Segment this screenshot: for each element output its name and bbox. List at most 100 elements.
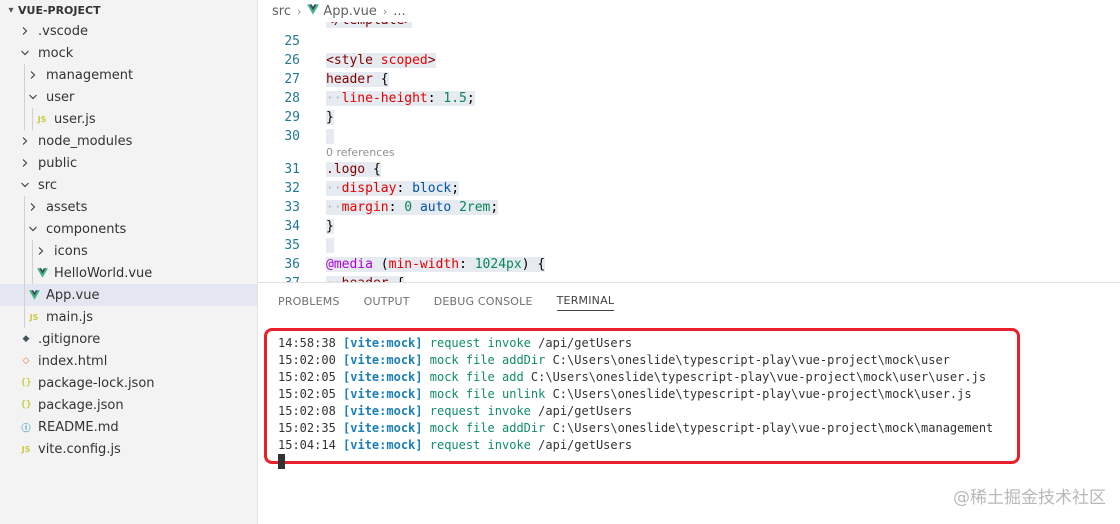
code-line: 35 bbox=[258, 236, 1120, 255]
codelens-references[interactable]: 0 references bbox=[258, 146, 1120, 160]
log-message: request invoke bbox=[429, 438, 531, 452]
code-view[interactable]: </template> 25 26 <style scoped> 27 head… bbox=[258, 22, 1120, 282]
file-item[interactable]: ⓘ README.md bbox=[0, 416, 257, 438]
editor-area[interactable]: src › App.vue › ... </template> 25 26 <s… bbox=[258, 0, 1120, 282]
tree-item-label: vite.config.js bbox=[38, 441, 121, 457]
tree-item-label: assets bbox=[46, 199, 88, 215]
tab-problems[interactable]: PROBLEMS bbox=[278, 291, 340, 311]
tree-item-label: user.js bbox=[54, 111, 96, 127]
file-item[interactable]: {} package.json bbox=[0, 394, 257, 416]
breadcrumb-folder[interactable]: src bbox=[272, 4, 291, 19]
tab-terminal[interactable]: TERMINAL bbox=[556, 291, 615, 311]
line-number: 33 bbox=[284, 200, 300, 215]
tree-item-label: src bbox=[38, 177, 57, 193]
log-time: 15:04:14 bbox=[278, 438, 336, 452]
code-line: 34 } bbox=[258, 217, 1120, 236]
tree-item-label: node_modules bbox=[38, 133, 133, 149]
log-message: request invoke bbox=[429, 404, 531, 418]
indent-guide bbox=[24, 108, 25, 130]
tree-item-label: user bbox=[46, 89, 75, 105]
file-item[interactable]: App.vue bbox=[0, 284, 257, 306]
folder-item[interactable]: public bbox=[0, 152, 257, 174]
indent-guide bbox=[32, 262, 33, 284]
terminal-line: 15:02:05 [vite:mock] mock file unlink C:… bbox=[278, 386, 993, 403]
file-item[interactable]: JS user.js bbox=[0, 108, 257, 130]
json-file-icon: {} bbox=[20, 378, 32, 388]
tree-item-label: App.vue bbox=[46, 287, 100, 303]
tab-debug-console[interactable]: DEBUG CONSOLE bbox=[434, 291, 533, 311]
terminal-line: 14:58:38 [vite:mock] request invoke /api… bbox=[278, 335, 993, 352]
log-tag: [vite:mock] bbox=[343, 353, 423, 367]
log-message: request invoke bbox=[429, 336, 531, 350]
chevron-down-icon: ▾ bbox=[8, 4, 14, 16]
tree-item-label: icons bbox=[54, 243, 88, 259]
explorer-sidebar: ▾ VUE-PROJECT .vscode mock management user J… bbox=[0, 0, 258, 524]
log-time: 14:58:38 bbox=[278, 336, 336, 350]
terminal-cursor bbox=[278, 454, 285, 469]
file-item[interactable]: {} package-lock.json bbox=[0, 372, 257, 394]
folder-item[interactable]: mock bbox=[0, 42, 257, 64]
vue-file-icon bbox=[34, 268, 50, 278]
code-line: 25 bbox=[258, 32, 1120, 51]
log-time: 15:02:00 bbox=[278, 353, 336, 367]
folder-item[interactable]: node_modules bbox=[0, 130, 257, 152]
terminal-line: 15:02:00 [vite:mock] mock file addDir C:… bbox=[278, 352, 993, 369]
breadcrumb-more[interactable]: ... bbox=[393, 4, 405, 19]
chevron-down-icon bbox=[18, 180, 32, 190]
line-number: 31 bbox=[284, 162, 300, 177]
indent-guide bbox=[24, 284, 25, 306]
json-file-icon: {} bbox=[20, 400, 32, 410]
folder-item[interactable]: assets bbox=[0, 196, 257, 218]
tree-item-label: mock bbox=[38, 45, 74, 61]
file-item[interactable]: JS main.js bbox=[0, 306, 257, 328]
file-item[interactable]: HelloWorld.vue bbox=[0, 262, 257, 284]
folder-item[interactable]: components bbox=[0, 218, 257, 240]
indent-guide bbox=[24, 240, 25, 262]
log-message: mock file add bbox=[429, 370, 524, 384]
folder-item[interactable]: user bbox=[0, 86, 257, 108]
folder-item[interactable]: src bbox=[0, 174, 257, 196]
terminal-line: 15:02:05 [vite:mock] mock file add C:\Us… bbox=[278, 369, 993, 386]
indent-guide bbox=[24, 306, 25, 328]
folder-item[interactable]: .vscode bbox=[0, 20, 257, 42]
tree-item-label: main.js bbox=[46, 309, 93, 325]
breadcrumb-file[interactable]: App.vue bbox=[323, 4, 376, 19]
tree-item-label: .gitignore bbox=[38, 331, 101, 347]
log-path: C:\Users\oneslide\typescript-play\vue-pr… bbox=[530, 370, 987, 384]
indent-guide bbox=[24, 86, 25, 108]
chevron-down-icon bbox=[18, 48, 32, 58]
log-time: 15:02:05 bbox=[278, 387, 336, 401]
folder-item[interactable]: management bbox=[0, 64, 257, 86]
code-line: 31 .logo { bbox=[258, 160, 1120, 179]
file-item[interactable]: ◇ index.html bbox=[0, 350, 257, 372]
code-line: 27 header { bbox=[258, 70, 1120, 89]
indent-guide bbox=[24, 196, 25, 218]
tree-item-label: HelloWorld.vue bbox=[54, 265, 153, 281]
log-tag: [vite:mock] bbox=[343, 438, 423, 452]
code-line: </template> bbox=[258, 22, 1120, 32]
log-tag: [vite:mock] bbox=[343, 404, 423, 418]
terminal-line: 15:02:35 [vite:mock] mock file addDir C:… bbox=[278, 420, 993, 437]
file-item[interactable]: JS vite.config.js bbox=[0, 438, 257, 460]
tree-item-label: README.md bbox=[38, 419, 119, 435]
explorer-project-header[interactable]: ▾ VUE-PROJECT bbox=[0, 0, 257, 20]
line-number: 34 bbox=[284, 219, 300, 234]
folder-item[interactable]: icons bbox=[0, 240, 257, 262]
log-path: C:\Users\oneslide\typescript-play\vue-pr… bbox=[552, 421, 994, 435]
tab-output[interactable]: OUTPUT bbox=[364, 291, 410, 311]
js-file-icon: JS bbox=[29, 312, 39, 322]
file-tree: .vscode mock management user JS user.js node_m… bbox=[0, 20, 257, 460]
indent-guide bbox=[24, 64, 25, 86]
indent-guide bbox=[24, 218, 25, 240]
code-line: 29 } bbox=[258, 108, 1120, 127]
tree-item-label: package.json bbox=[38, 397, 124, 413]
chevron-right-icon bbox=[18, 158, 32, 168]
code-line: 33 ··margin: 0 auto 2rem; bbox=[258, 198, 1120, 217]
code-line: 26 <style scoped> bbox=[258, 51, 1120, 70]
panel-tabs: PROBLEMS OUTPUT DEBUG CONSOLE TERMINAL bbox=[258, 283, 1120, 319]
tree-item-label: index.html bbox=[38, 353, 108, 369]
terminal-output[interactable]: 14:58:38 [vite:mock] request invoke /api… bbox=[278, 335, 993, 454]
log-path: /api/getUsers bbox=[538, 438, 633, 452]
file-item[interactable]: ◆ .gitignore bbox=[0, 328, 257, 350]
terminal-line: 15:04:14 [vite:mock] request invoke /api… bbox=[278, 437, 993, 454]
